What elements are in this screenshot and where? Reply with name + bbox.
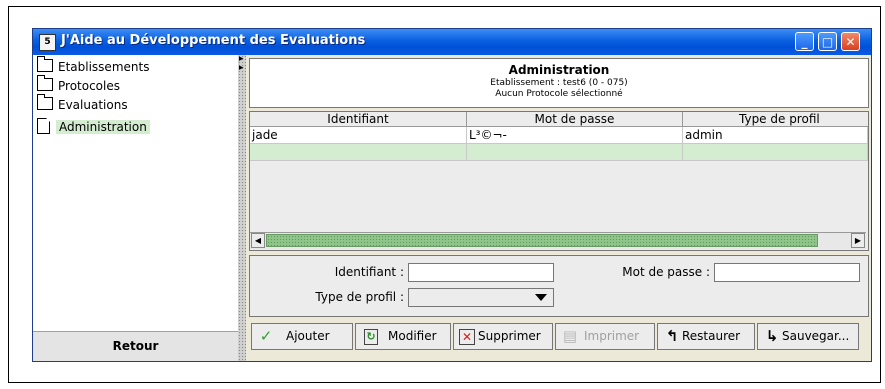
horizontal-scrollbar[interactable]: ◀ ▶ <box>250 232 866 249</box>
page-title: Administration <box>508 63 610 77</box>
edit-form: Identifiant : Mot de passe : Type de pro… <box>249 255 869 317</box>
sidebar-item-protocoles[interactable]: Protocoles <box>37 75 120 96</box>
close-button[interactable]: ✕ <box>841 32 860 51</box>
restaurer-button[interactable]: ↰ Restaurer <box>657 323 755 350</box>
sidebar-item-evaluations[interactable]: Evaluations <box>37 94 128 115</box>
folder-icon <box>37 94 53 110</box>
app-icon: 5 <box>39 34 56 51</box>
folder-icon <box>37 56 53 72</box>
scroll-right-arrow-icon[interactable]: ▶ <box>851 233 865 248</box>
checkmark-icon: ✓ <box>259 327 273 345</box>
panel-header: Administration Etablissement : test6 (0 … <box>249 58 869 108</box>
table-cell[interactable] <box>250 144 467 161</box>
identifiant-field[interactable] <box>408 263 554 282</box>
table-cell[interactable] <box>683 144 868 161</box>
delete-icon: ✕ <box>459 329 475 345</box>
table-cell[interactable] <box>467 144 683 161</box>
printer-icon: ▤ <box>562 327 578 345</box>
mot-de-passe-label: Mot de passe : <box>622 265 710 279</box>
ajouter-label: Ajouter <box>286 329 330 343</box>
restore-arrow-icon: ↰ <box>665 327 679 345</box>
window-body: Etablissements Protocoles Evaluations Ad… <box>33 55 871 361</box>
application-window: 5 J'Aide au Développement des Evaluation… <box>32 28 872 362</box>
split-pane-divider[interactable]: ▸ ▸ <box>238 55 246 361</box>
column-header-type-de-profil[interactable]: Type de profil <box>683 112 868 127</box>
type-de-profil-select[interactable] <box>408 288 554 307</box>
window-title: J'Aide au Développement des Evaluations <box>61 33 366 48</box>
table-cell[interactable]: admin <box>683 127 868 144</box>
identifiant-label: Identifiant : <box>334 265 404 279</box>
action-toolbar: ✓ Ajouter ↻ Modifier ✕ Supprimer ▤ Impri… <box>249 321 867 357</box>
folder-icon <box>37 75 53 91</box>
sidebar: Etablissements Protocoles Evaluations Ad… <box>33 55 239 361</box>
supprimer-button[interactable]: ✕ Supprimer <box>453 323 553 350</box>
imprimer-label: Imprimer <box>584 329 640 343</box>
type-de-profil-label: Type de profil : <box>315 290 404 304</box>
modifier-label: Modifier <box>388 329 437 343</box>
chevron-down-icon <box>535 294 547 301</box>
retour-button[interactable]: Retour <box>33 331 238 361</box>
supprimer-label: Supprimer <box>478 329 541 343</box>
sauvegarder-button[interactable]: ↳ Sauvegar... <box>757 323 859 350</box>
users-table: Identifiant Mot de passe Type de profil … <box>249 111 869 251</box>
maximize-button[interactable]: □ <box>818 32 837 51</box>
restaurer-label: Restaurer <box>682 329 741 343</box>
save-arrow-icon: ↳ <box>765 327 779 345</box>
scroll-left-arrow-icon[interactable]: ◀ <box>251 233 265 248</box>
main-panel: Administration Etablissement : test6 (0 … <box>246 55 871 361</box>
collapse-arrow-icon[interactable]: ▸ ▸ <box>239 55 244 73</box>
scroll-thumb[interactable] <box>266 234 818 247</box>
refresh-icon: ↻ <box>364 329 378 345</box>
mot-de-passe-field[interactable] <box>714 263 860 282</box>
document-icon <box>37 118 50 134</box>
table-cell[interactable]: jade <box>250 127 467 144</box>
modifier-button[interactable]: ↻ Modifier <box>355 323 451 350</box>
sidebar-item-label: Evaluations <box>58 98 128 112</box>
table-cell[interactable]: L³©¬- <box>467 127 683 144</box>
sidebar-item-etablissements[interactable]: Etablissements <box>37 56 150 77</box>
sidebar-item-label: Protocoles <box>58 79 120 93</box>
sauvegarder-label: Sauvegar... <box>782 329 850 343</box>
imprimer-button[interactable]: ▤ Imprimer <box>555 323 655 350</box>
title-bar[interactable]: 5 J'Aide au Développement des Evaluation… <box>33 29 871 55</box>
sidebar-item-administration[interactable]: Administration <box>37 118 150 136</box>
column-header-mot-de-passe[interactable]: Mot de passe <box>467 112 683 127</box>
minimize-button[interactable]: _ <box>795 32 814 51</box>
sidebar-item-label: Administration <box>56 120 150 134</box>
protocole-info: Aucun Protocole sélectionné <box>495 89 623 99</box>
etablissement-info: Etablissement : test6 (0 - 075) <box>490 78 628 88</box>
column-header-identifiant[interactable]: Identifiant <box>250 112 467 127</box>
sidebar-item-label: Etablissements <box>58 60 150 74</box>
ajouter-button[interactable]: ✓ Ajouter <box>251 323 353 350</box>
